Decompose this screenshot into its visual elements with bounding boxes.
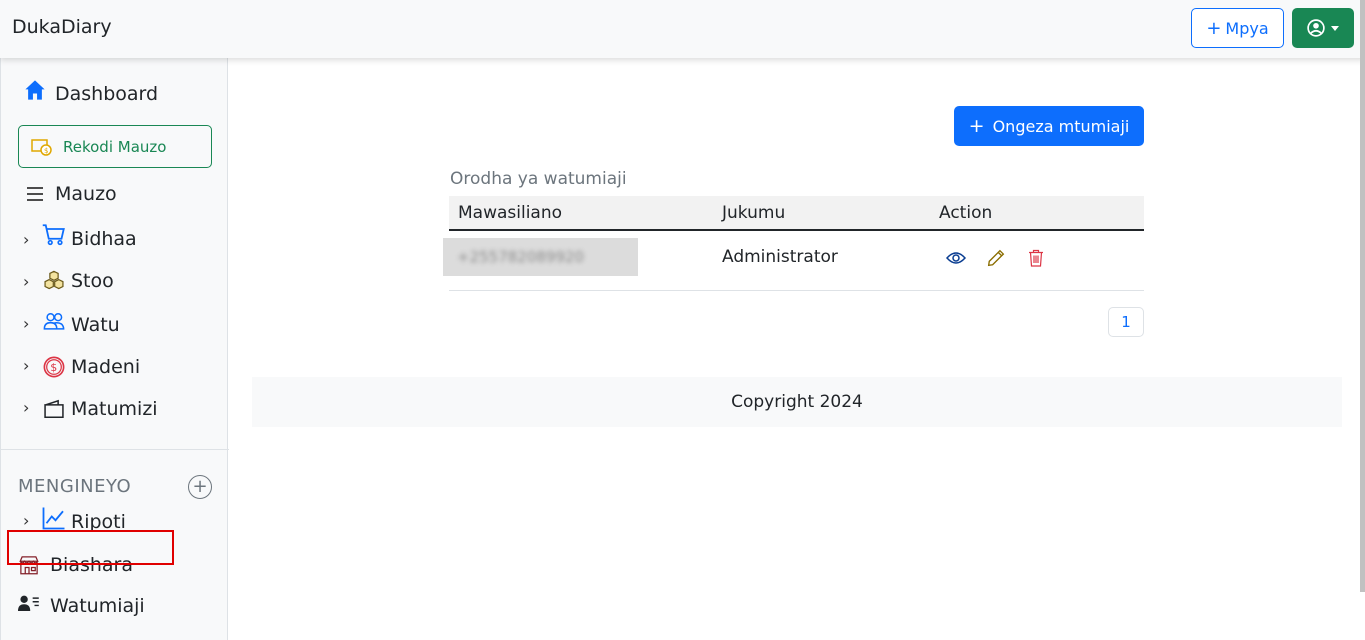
user-menu-button[interactable] — [1292, 8, 1354, 48]
chevron-right-icon: › — [23, 398, 30, 417]
scrollbar[interactable] — [1360, 0, 1365, 592]
chevron-right-icon: › — [23, 511, 30, 530]
top-navbar: DukaDiary + Mpya — [0, 0, 1365, 58]
add-section-icon[interactable]: + — [188, 475, 212, 499]
dollar-circle-icon: $ — [43, 356, 65, 378]
sidebar-item-label: Madeni — [71, 356, 141, 378]
pencil-icon — [987, 249, 1005, 267]
list-icon — [27, 187, 43, 201]
plus-icon: + — [968, 114, 985, 137]
app-brand[interactable]: DukaDiary — [12, 16, 112, 38]
chevron-right-icon: › — [23, 272, 30, 291]
user-circle-icon — [1307, 19, 1325, 37]
pagination-page[interactable]: 1 — [1108, 307, 1144, 337]
sidebar-item-label: Matumizi — [71, 398, 158, 420]
people-icon — [43, 312, 65, 330]
contact-value: +255782089920 — [457, 248, 585, 266]
record-sales-button[interactable]: $ Rekodi Mauzo — [18, 125, 212, 168]
record-sales-label: Rekodi Mauzo — [63, 137, 167, 156]
cash-coin-icon: $ — [31, 138, 52, 156]
add-user-button[interactable]: + Ongeza mtumiaji — [954, 106, 1144, 146]
active-item-highlight — [7, 530, 174, 565]
table-header: Mawasiliano Jukumu Action — [449, 196, 1144, 231]
person-lines-icon — [18, 595, 39, 611]
chevron-right-icon: › — [23, 356, 30, 375]
graph-icon — [42, 507, 65, 530]
column-header: Action — [939, 203, 993, 223]
chevron-right-icon: › — [23, 314, 30, 333]
new-button[interactable]: + Mpya — [1191, 8, 1284, 48]
new-button-label: Mpya — [1225, 18, 1269, 38]
role-cell: Administrator — [722, 247, 838, 267]
sidebar-item-label: Bidhaa — [71, 228, 137, 250]
column-header: Jukumu — [722, 203, 786, 223]
copyright-text: Copyright 2024 — [731, 392, 863, 412]
sidebar-item-dashboard[interactable]: Dashboard — [23, 80, 159, 105]
contact-cell: +255782089920 — [443, 238, 638, 276]
sidebar-item-label: Mauzo — [55, 183, 117, 205]
table-caption: Orodha ya watumiaji — [450, 169, 627, 189]
sidebar-item-label: Dashboard — [55, 83, 159, 105]
delete-button[interactable] — [1026, 248, 1046, 268]
view-button[interactable] — [946, 248, 966, 268]
sidebar-item-mauzo[interactable]: Mauzo — [25, 183, 117, 205]
svg-text:$: $ — [44, 147, 48, 155]
sidebar-item-watumiaji[interactable]: Watumiaji — [18, 595, 145, 617]
cart-icon — [42, 224, 65, 246]
edit-button[interactable] — [986, 248, 1006, 268]
column-header: Mawasiliano — [458, 203, 563, 223]
trash-icon — [1029, 249, 1043, 267]
plus-icon: + — [1206, 17, 1222, 39]
chevron-right-icon: › — [23, 230, 30, 249]
wallet-icon — [44, 399, 64, 419]
sidebar-item-label: Watumiaji — [50, 595, 145, 617]
boxes-icon — [44, 270, 64, 290]
sidebar-divider — [1, 449, 229, 450]
sidebar-item-label: Watu — [71, 314, 120, 336]
eye-icon — [946, 252, 966, 264]
chevron-down-icon — [1331, 25, 1339, 31]
add-user-label: Ongeza mtumiaji — [992, 116, 1130, 136]
footer: Copyright 2024 — [252, 377, 1342, 427]
house-icon — [25, 80, 45, 100]
svg-text:$: $ — [50, 361, 57, 374]
section-title: MENGINEYO — [18, 476, 132, 497]
sidebar-item-label: Stoo — [71, 270, 114, 292]
